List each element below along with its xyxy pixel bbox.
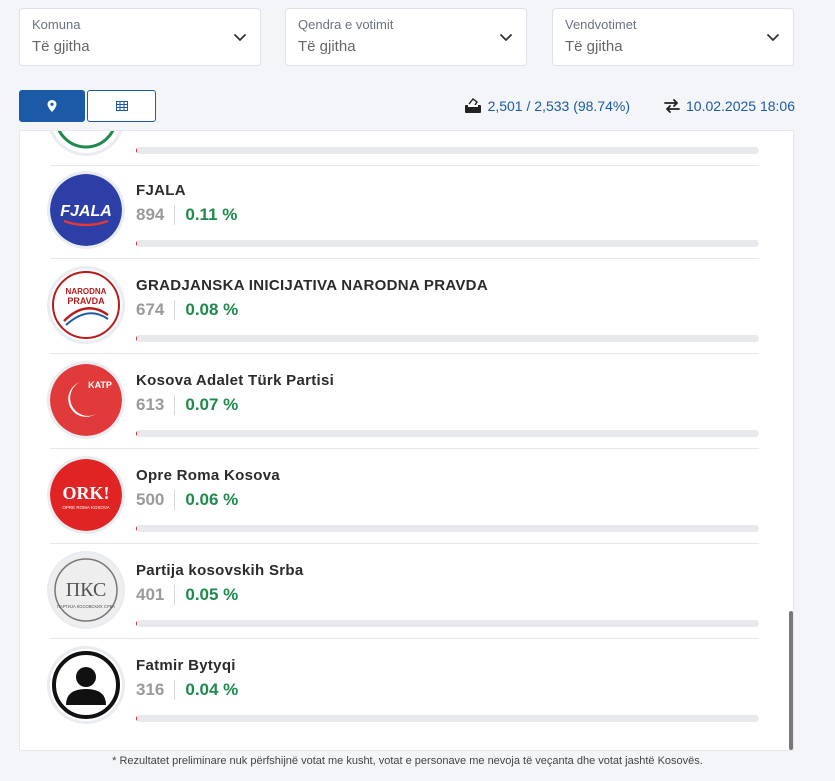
- list-item: FJALA FJALA 894 0.11 %: [50, 164, 759, 259]
- party-name: GRADJANSKA INICIJATIVA NARODNA PRAVDA: [136, 277, 488, 294]
- list-item: ORK! OPRE ROMA KOSOVA Opre Roma Kosova 50…: [50, 449, 759, 544]
- results-panel: FJALA FJALA 894 0.11 % NARODNA PRAVDA GRA…: [19, 130, 794, 751]
- vote-percent: 0.06 %: [185, 490, 239, 509]
- result-numbers: 894 0.11 %: [136, 205, 237, 225]
- polling-station-select[interactable]: Vendvotimet Të gjitha: [552, 8, 794, 66]
- katp-logo: KATP: [50, 364, 122, 436]
- result-numbers: 316 0.04 %: [136, 680, 238, 700]
- komuna-select[interactable]: Komuna Të gjitha: [19, 8, 261, 66]
- party-name: Partija kosovskih Srba: [136, 562, 304, 579]
- ballot-box-icon: [464, 98, 481, 113]
- vote-count: 401: [136, 585, 176, 605]
- komuna-label: Komuna: [32, 17, 81, 32]
- result-numbers: 401 0.05 %: [136, 585, 238, 605]
- svg-text:NARODNA: NARODNA: [66, 287, 107, 296]
- party-logo: [50, 131, 122, 153]
- chevron-down-icon: [500, 34, 512, 41]
- vote-count: 613: [136, 395, 176, 415]
- vote-percent: 0.08 %: [185, 300, 239, 319]
- ork-logo: ORK! OPRE ROMA KOSOVA: [50, 459, 122, 531]
- polling-center-label: Qendra e votimit: [298, 17, 394, 32]
- result-numbers: 613 0.07 %: [136, 395, 238, 415]
- list-item: Fatmir Bytyqi 316 0.04 %: [50, 639, 759, 734]
- vote-count: 500: [136, 490, 176, 510]
- svg-text:KATP: KATP: [88, 380, 112, 390]
- result-numbers: 674 0.08 %: [136, 300, 238, 320]
- list-item: KATP Kosova Adalet Türk Partisi 613 0.07…: [50, 354, 759, 449]
- footnote: * Rezultatet preliminare nuk përfshijnë …: [112, 755, 703, 767]
- komuna-value: Të gjitha: [32, 38, 90, 55]
- vote-percent: 0.04 %: [185, 680, 239, 699]
- vote-percent: 0.07 %: [185, 395, 239, 414]
- last-updated: 10.02.2025 18:06: [686, 98, 795, 114]
- fjala-logo: FJALA: [50, 174, 122, 246]
- svg-text:OPRE ROMA KOSOVA: OPRE ROMA KOSOVA: [62, 505, 109, 510]
- chevron-down-icon: [234, 34, 246, 41]
- result-bar: [136, 335, 759, 342]
- list-item-partial: [50, 131, 759, 166]
- svg-text:ПАРТИЈА КОСОВСКИХ СРБА: ПАРТИЈА КОСОВСКИХ СРБА: [57, 604, 115, 609]
- table-view-button[interactable]: [87, 90, 156, 122]
- result-bar: [136, 620, 759, 627]
- vote-percent: 0.05 %: [185, 585, 239, 604]
- party-name: FJALA: [136, 182, 186, 199]
- scrollbar[interactable]: [789, 611, 793, 750]
- chevron-down-icon: [767, 34, 779, 41]
- map-view-button[interactable]: [19, 90, 85, 122]
- party-name: Opre Roma Kosova: [136, 467, 281, 484]
- svg-text:ORK!: ORK!: [63, 483, 110, 503]
- candidate-name: Fatmir Bytyqi: [136, 657, 236, 674]
- narodna-pravda-logo: NARODNA PRAVDA: [50, 269, 122, 341]
- pks-logo: ПКС ПАРТИЈА КОСОВСКИХ СРБА: [50, 554, 122, 626]
- toolbar: 2,501 / 2,533 (98.74%) 10.02.2025 18:06: [19, 90, 795, 122]
- result-bar: [136, 525, 759, 532]
- polling-station-value: Të gjitha: [565, 38, 623, 55]
- svg-text:ПКС: ПКС: [66, 579, 107, 601]
- vote-count: 674: [136, 300, 176, 320]
- vote-count: 316: [136, 680, 176, 700]
- list-item: ПКС ПАРТИЈА КОСОВСКИХ СРБА Partija kosovs…: [50, 544, 759, 639]
- result-bar: [136, 147, 759, 154]
- result-numbers: 500 0.06 %: [136, 490, 238, 510]
- table-icon: [115, 101, 128, 111]
- result-bar: [136, 430, 759, 437]
- list-item: NARODNA PRAVDA GRADJANSKA INICIJATIVA NAR…: [50, 259, 759, 354]
- vote-percent: 0.11 %: [185, 205, 238, 224]
- party-name: Kosova Adalet Türk Partisi: [136, 372, 335, 389]
- polling-center-value: Të gjitha: [298, 38, 356, 55]
- svg-text:FJALA: FJALA: [60, 203, 112, 220]
- person-avatar-icon: [50, 649, 122, 721]
- result-bar: [136, 240, 759, 247]
- polling-station-label: Vendvotimet: [565, 17, 637, 32]
- counted-stations: 2,501 / 2,533 (98.74%): [487, 98, 630, 114]
- result-bar: [136, 715, 759, 722]
- swap-arrows-icon: [664, 99, 680, 113]
- map-pin-icon: [47, 100, 57, 112]
- filters-bar: Komuna Të gjitha Qendra e votimit Të gji…: [19, 8, 794, 66]
- polling-center-select[interactable]: Qendra e votimit Të gjitha: [285, 8, 527, 66]
- svg-text:PRAVDA: PRAVDA: [67, 296, 105, 306]
- stats-info: 2,501 / 2,533 (98.74%) 10.02.2025 18:06: [464, 98, 795, 114]
- vote-count: 894: [136, 205, 176, 225]
